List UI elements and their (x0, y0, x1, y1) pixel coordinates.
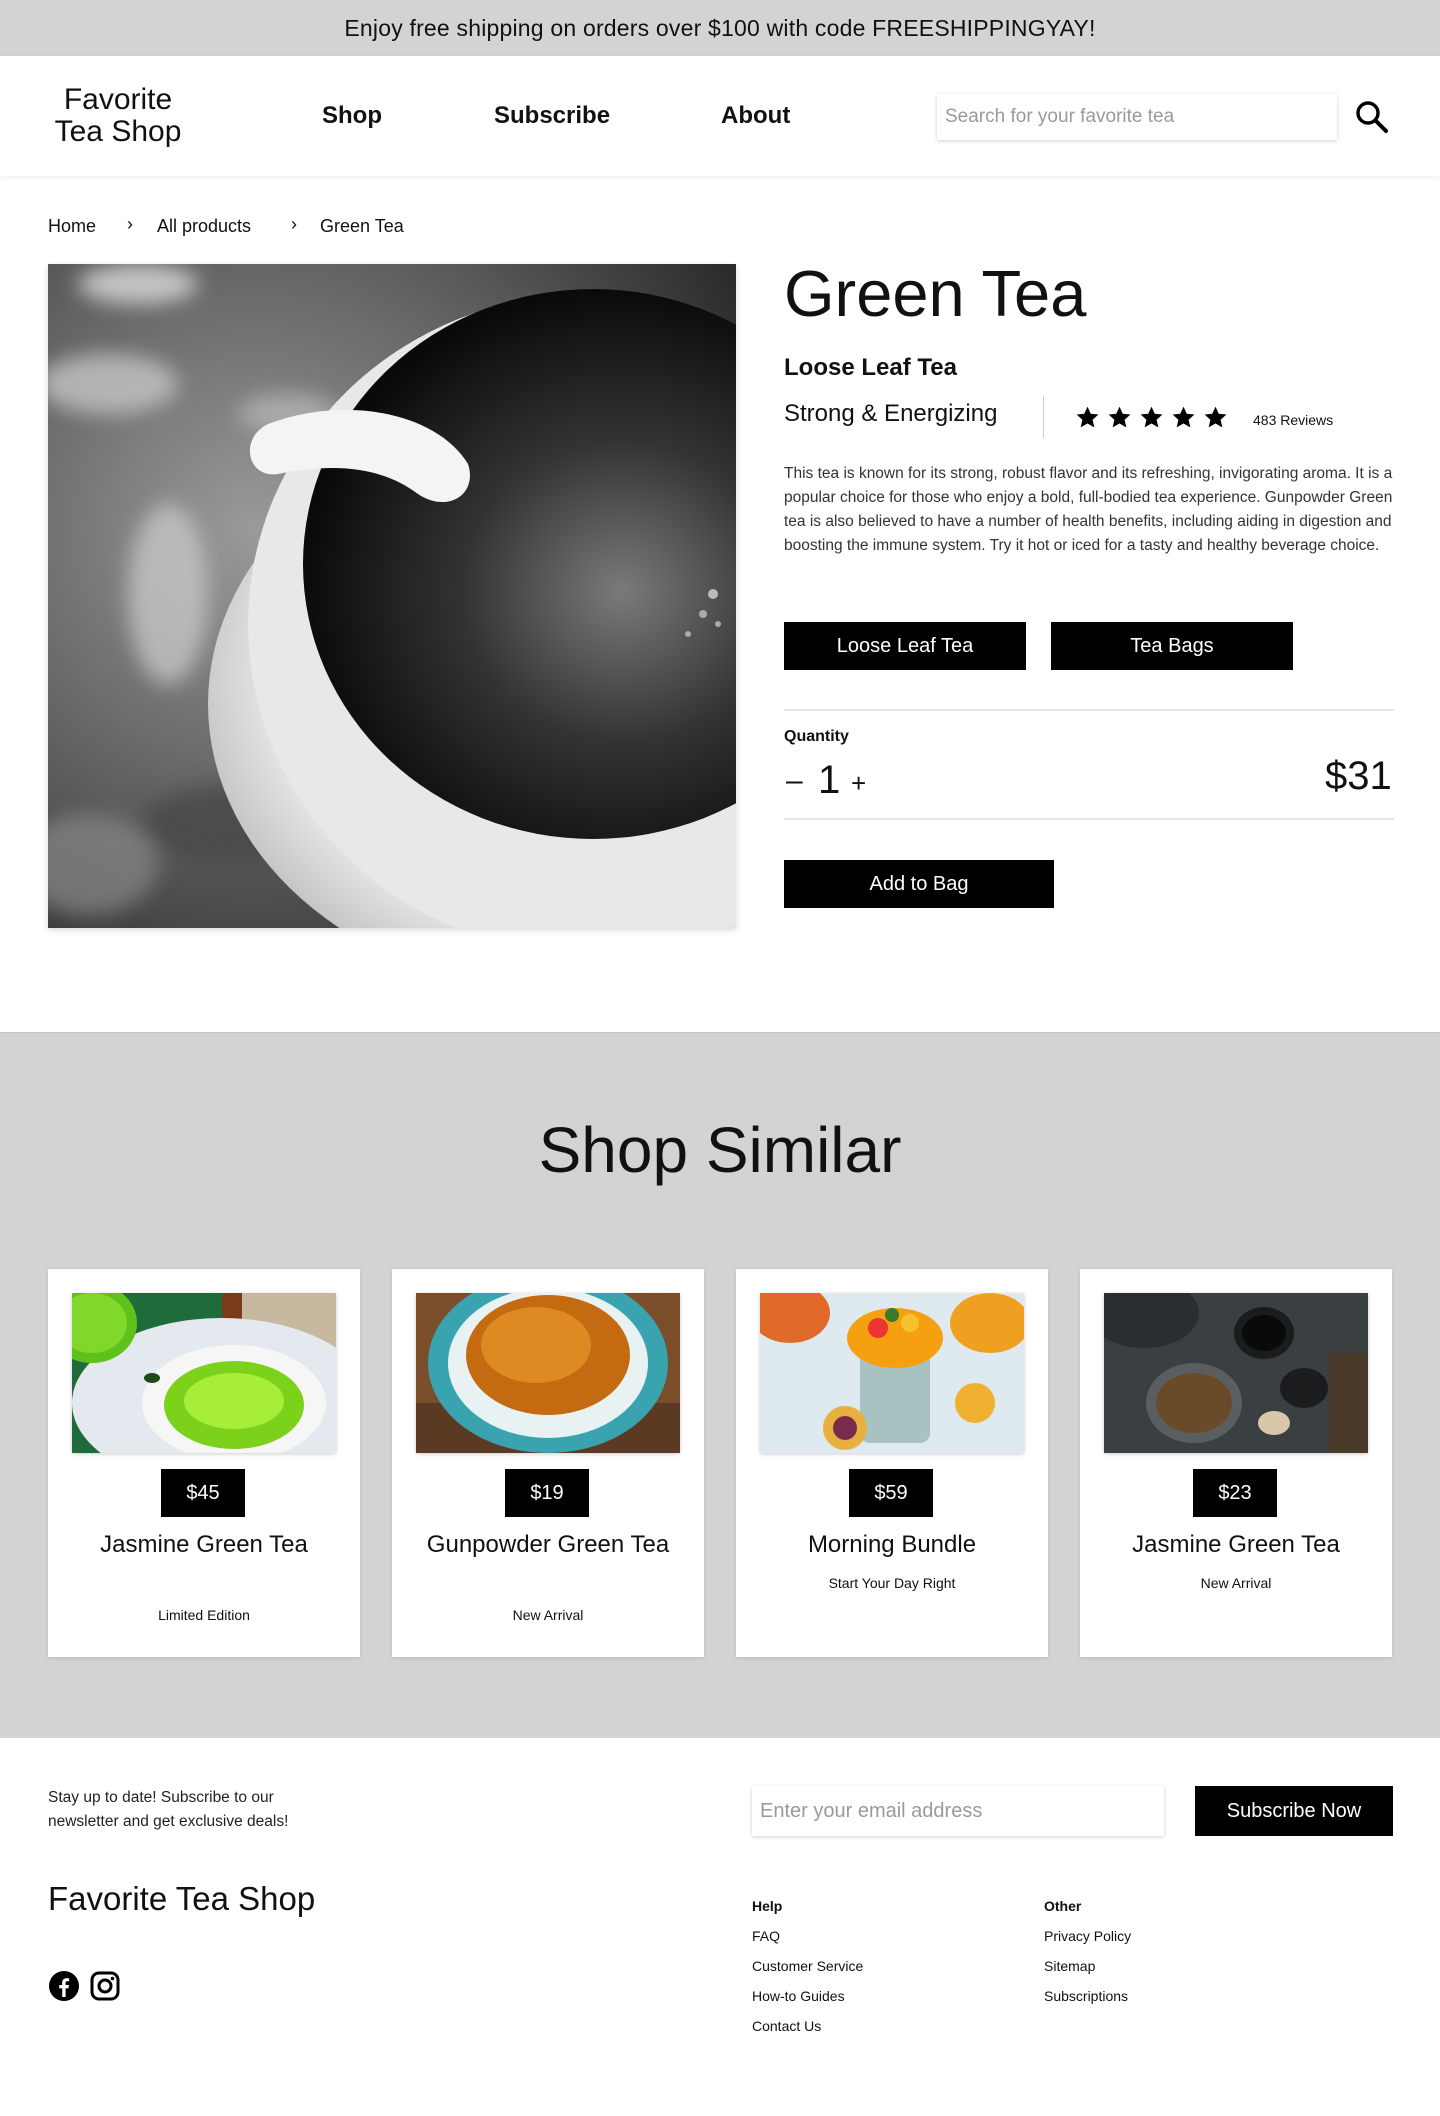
footer-link-faq[interactable]: FAQ (752, 1928, 780, 1944)
section-title: Shop Similar (538, 1114, 902, 1186)
product-card[interactable]: $45 Jasmine Green Tea Limited Edition (48, 1269, 360, 1657)
product-card-image (72, 1293, 336, 1453)
promo-text: Enjoy free shipping on orders over $100 … (344, 14, 1096, 41)
star-icon (1140, 406, 1163, 428)
chevron-right-icon: › (127, 214, 133, 234)
divider (784, 818, 1394, 820)
product-card-name: Jasmine Green Tea (100, 1531, 308, 1558)
product-title: Green Tea (784, 257, 1087, 330)
nav-shop[interactable]: Shop (322, 56, 382, 176)
subscribe-now-button[interactable]: Subscribe Now (1195, 1786, 1393, 1836)
add-to-bag-button[interactable]: Add to Bag (784, 860, 1054, 908)
product-image (48, 264, 736, 928)
footer-other-title: Other (1044, 1898, 1082, 1914)
product-card[interactable]: $19 Gunpowder Green Tea New Arrival (392, 1269, 704, 1657)
instagram-icon[interactable] (89, 1970, 121, 2002)
product-price: $31 (1325, 754, 1392, 798)
footer-link-contact-us[interactable]: Contact Us (752, 2018, 821, 2034)
star-icon (1172, 406, 1195, 428)
email-field[interactable] (752, 1786, 1164, 1836)
promo-banner: Enjoy free shipping on orders over $100 … (0, 0, 1440, 56)
product-card[interactable]: $23 Jasmine Green Tea New Arrival (1080, 1269, 1392, 1657)
footer-link-customer-service[interactable]: Customer Service (752, 1958, 863, 1974)
footer-link-how-to-guides[interactable]: How-to Guides (752, 1988, 845, 2004)
option-loose-leaf-button[interactable]: Loose Leaf Tea (784, 622, 1026, 670)
shop-similar-section: Shop Similar $45 Jasmine Green Tea Limit… (0, 1032, 1440, 1738)
quantity-decrement-button[interactable]: – (786, 764, 803, 798)
chevron-right-icon: › (291, 214, 297, 234)
footer-link-sitemap[interactable]: Sitemap (1044, 1958, 1095, 1974)
star-icon (1108, 406, 1131, 428)
product-card-price: $59 (849, 1469, 933, 1517)
nav-about[interactable]: About (721, 56, 790, 176)
footer-link-subscriptions[interactable]: Subscriptions (1044, 1988, 1128, 2004)
search-input[interactable] (937, 94, 1337, 140)
product-description: This tea is known for its strong, robust… (784, 465, 1393, 554)
product-card-image (1104, 1293, 1368, 1453)
product-card-name: Gunpowder Green Tea (426, 1531, 670, 1558)
breadcrumb-current: Green Tea (320, 216, 404, 236)
reviews-count[interactable]: 483 Reviews (1253, 412, 1333, 428)
quantity-label: Quantity (784, 728, 849, 745)
facebook-icon[interactable] (48, 1970, 80, 2002)
footer-help-title: Help (752, 1898, 783, 1914)
product-card-price: $45 (161, 1469, 245, 1517)
star-icon (1076, 406, 1099, 428)
logo-line-1: Favorite (63, 83, 173, 116)
breadcrumb-all-products[interactable]: All products (157, 216, 251, 237)
product-card-name: Morning Bundle (807, 1531, 977, 1558)
star-icon (1204, 406, 1227, 428)
newsletter-text: Stay up to date! Subscribe to our newsle… (48, 1789, 289, 1830)
quantity-value: 1 (818, 758, 841, 802)
product-card-badge: New Arrival (1200, 1575, 1272, 1591)
rating-stars (1075, 405, 1228, 430)
product-card-name: Jasmine Green Tea (1132, 1531, 1340, 1558)
product-card-image (416, 1293, 680, 1453)
product-card-badge: New Arrival (512, 1607, 584, 1623)
product-tagline: Strong & Energizing (784, 400, 998, 427)
logo-line-2: Tea Shop (54, 115, 182, 148)
breadcrumb-home[interactable]: Home (48, 216, 96, 237)
product-card[interactable]: $59 Morning Bundle Start Your Day Right (736, 1269, 1048, 1657)
quantity-increment-button[interactable]: + (851, 768, 866, 799)
footer-link-privacy-policy[interactable]: Privacy Policy (1044, 1928, 1131, 1944)
divider (1043, 396, 1044, 438)
footer-logo[interactable]: Favorite Tea Shop (48, 1880, 315, 1918)
divider (784, 709, 1394, 711)
option-tea-bags-button[interactable]: Tea Bags (1051, 622, 1293, 670)
product-card-price: $19 (505, 1469, 589, 1517)
product-subtitle: Loose Leaf Tea (784, 354, 957, 381)
product-card-tagline: Start Your Day Right (828, 1575, 956, 1591)
product-card-price: $23 (1193, 1469, 1277, 1517)
nav-subscribe[interactable]: Subscribe (494, 56, 610, 176)
site-logo[interactable]: Favorite Tea Shop (52, 84, 184, 148)
product-card-badge: Limited Edition (158, 1607, 250, 1623)
search-icon[interactable] (1355, 100, 1389, 134)
product-card-image (760, 1293, 1024, 1453)
